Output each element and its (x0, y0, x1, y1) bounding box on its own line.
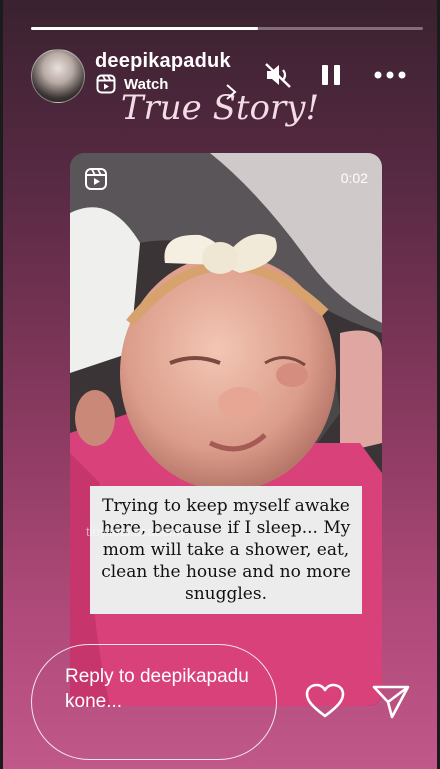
pause-icon[interactable] (318, 60, 344, 90)
story-progress-fill (31, 27, 259, 30)
video-caption: Trying to keep myself awake here, becaus… (101, 496, 351, 604)
reels-icon (85, 168, 107, 190)
chevron-right-icon[interactable] (224, 83, 238, 101)
more-icon[interactable] (372, 60, 408, 90)
reply-placeholder: Reply to deepikapadukone... (65, 666, 249, 712)
video-player[interactable]: 0:02 Trying to keep myself awake here, b… (70, 153, 382, 706)
video-caption-box: Trying to keep myself awake here, becaus… (90, 486, 362, 614)
username[interactable]: deepikapaduk (95, 50, 231, 73)
speaker-muted-icon[interactable] (263, 60, 293, 90)
story-progress-bar (31, 27, 423, 30)
baby-video-frame (70, 153, 382, 706)
video-timestamp: 0:02 (340, 170, 368, 186)
heart-icon[interactable] (305, 683, 345, 719)
watermark: tiny.tots.academy (86, 524, 187, 539)
send-icon[interactable] (372, 684, 410, 720)
reply-input[interactable]: Reply to deepikapadukone... (31, 644, 277, 760)
story-overlay-title: True Story! (120, 88, 320, 128)
